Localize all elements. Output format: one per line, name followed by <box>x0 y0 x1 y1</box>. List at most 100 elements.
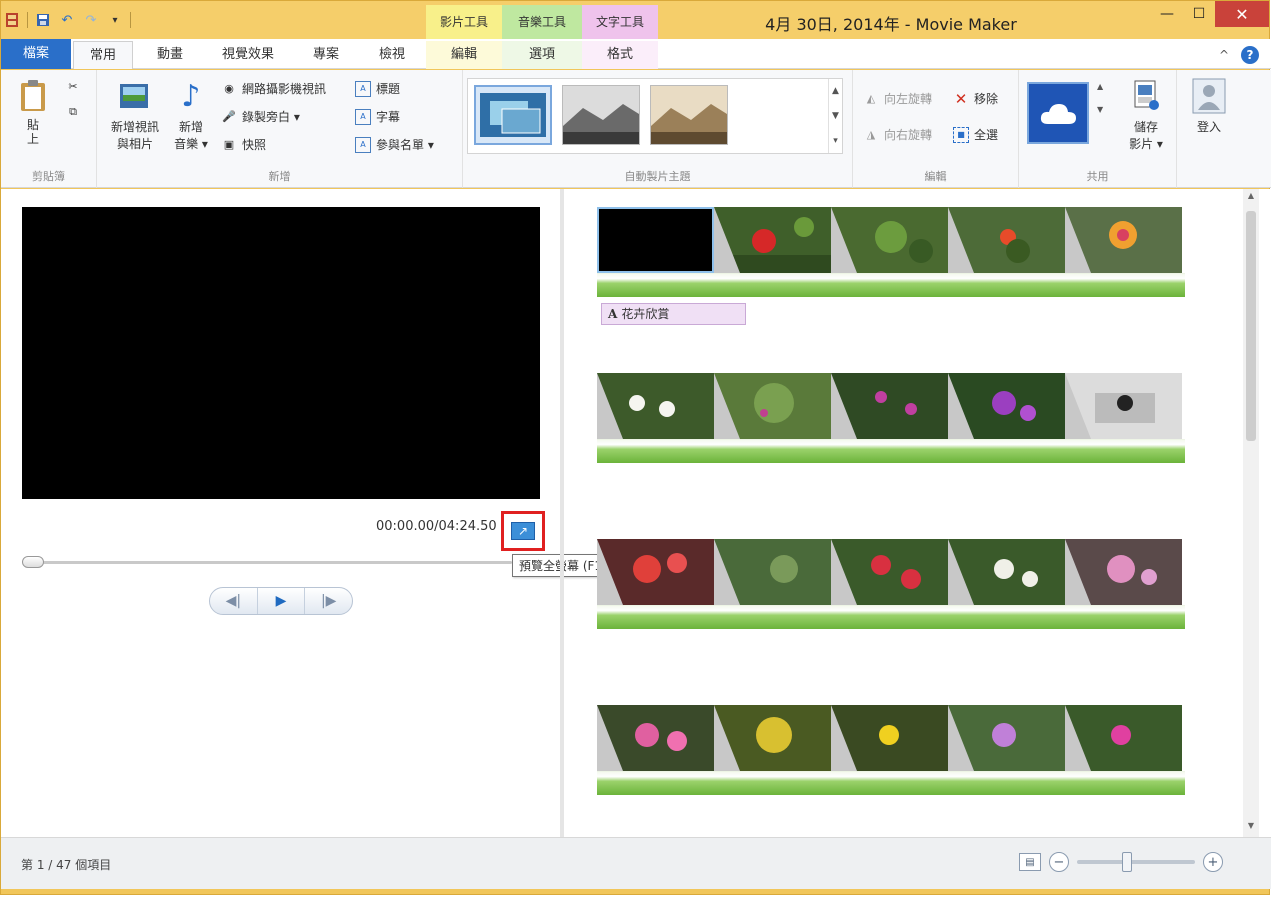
thumbnail-size-icon[interactable]: ▤ <box>1019 853 1041 871</box>
transition-marker <box>831 373 857 439</box>
zoom-slider-thumb[interactable] <box>1122 852 1132 872</box>
previous-frame-button[interactable]: ◀| <box>210 588 257 614</box>
clip-title[interactable] <box>597 207 714 273</box>
clip-thumbnail[interactable] <box>1065 539 1182 605</box>
close-button[interactable]: ✕ <box>1215 1 1269 27</box>
save-movie-button[interactable]: 儲存 影片 ▾ <box>1121 78 1171 152</box>
redo-icon[interactable]: ↷ <box>82 11 100 29</box>
clip-thumbnail[interactable] <box>831 373 948 439</box>
zoom-out-icon[interactable]: − <box>1049 852 1069 872</box>
context-tab-text-tools: 文字工具 <box>582 5 658 39</box>
clip-thumbnail[interactable] <box>831 539 948 605</box>
title-icon: A <box>355 80 371 97</box>
copy-button[interactable]: ⧉ <box>65 104 81 120</box>
clip-thumbnail[interactable] <box>1065 207 1182 273</box>
clip-thumbnail[interactable] <box>597 373 714 439</box>
clip-thumbnail[interactable] <box>948 207 1065 273</box>
caption-clip[interactable]: A 花卉欣賞 <box>601 303 746 325</box>
clip-thumbnail[interactable] <box>714 373 831 439</box>
rotate-left-button[interactable]: ◭ 向左旋轉 <box>863 90 932 107</box>
clip-thumbnail[interactable] <box>948 705 1065 771</box>
app-icon[interactable] <box>3 11 21 29</box>
clip-thumbnail[interactable] <box>948 539 1065 605</box>
record-narration-button[interactable]: 🎤 錄製旁白 ▾ <box>221 108 300 125</box>
tab-view[interactable]: 檢視 <box>363 41 421 69</box>
share-up-icon[interactable]: ▲ <box>1097 82 1103 91</box>
tab-format[interactable]: 格式 <box>582 41 658 69</box>
theme-black-white[interactable] <box>562 85 640 145</box>
caption-type-icon: A <box>608 307 618 321</box>
tab-visual-effects[interactable]: 視覺效果 <box>209 41 287 69</box>
add-music-button[interactable]: ♪ 新增 音樂 ▾ <box>169 78 213 152</box>
next-frame-button[interactable]: |▶ <box>305 588 352 614</box>
clip-thumbnail[interactable] <box>714 705 831 771</box>
sign-in-button[interactable]: 登入 <box>1187 78 1231 135</box>
credits-button[interactable]: A 參與名單 ▾ <box>355 136 434 153</box>
gallery-up-icon[interactable]: ▲ <box>832 86 839 96</box>
undo-icon[interactable]: ↶ <box>58 11 76 29</box>
clip-thumbnail[interactable] <box>597 705 714 771</box>
seek-bar[interactable] <box>22 561 512 564</box>
clip-thumbnail[interactable] <box>1065 373 1182 439</box>
rotate-right-button[interactable]: ◮ 向右旋轉 <box>863 126 932 143</box>
snapshot-icon: ▣ <box>223 138 235 151</box>
customize-icon[interactable]: ▾ <box>106 11 124 29</box>
remove-icon: ✕ <box>954 89 968 108</box>
tab-options[interactable]: 選項 <box>502 41 582 69</box>
share-down-icon[interactable]: ▼ <box>1097 105 1103 114</box>
paste-button[interactable]: 貼 上 <box>13 78 53 146</box>
tab-edit[interactable]: 編輯 <box>426 41 502 69</box>
scroll-down-icon[interactable]: ▼ <box>1243 821 1259 835</box>
minimize-button[interactable]: — <box>1151 1 1183 27</box>
gallery-down-icon[interactable]: ▼ <box>832 111 839 121</box>
zoom-controls: ▤ − + <box>1019 852 1223 872</box>
remove-button[interactable]: ✕ 移除 <box>953 89 998 108</box>
preview-fullscreen-button[interactable]: ↗ <box>501 511 545 551</box>
tab-animations[interactable]: 動畫 <box>141 41 199 69</box>
scroll-up-icon[interactable]: ▲ <box>1243 191 1259 205</box>
zoom-in-icon[interactable]: + <box>1203 852 1223 872</box>
webcam-video-button[interactable]: ◉ 網路攝影機視訊 <box>221 80 326 97</box>
clip-thumbnail[interactable] <box>831 705 948 771</box>
storyboard-scrollbar[interactable]: ▲ ▼ <box>1243 189 1259 837</box>
gallery-more-icon[interactable]: ▾ <box>833 136 838 146</box>
add-videos-photos-button[interactable]: 新增視訊 與相片 <box>101 78 169 152</box>
transition-marker <box>1065 705 1091 771</box>
tab-home[interactable]: 常用 <box>73 41 133 69</box>
pane-splitter[interactable] <box>560 189 564 837</box>
preview-monitor[interactable] <box>22 207 540 499</box>
play-button[interactable]: ▶ <box>256 588 306 614</box>
zoom-slider[interactable] <box>1077 852 1195 872</box>
select-all-button[interactable]: ■ 全選 <box>953 126 998 143</box>
save-icon[interactable] <box>34 11 52 29</box>
scrollbar-thumb[interactable] <box>1246 211 1256 441</box>
transition-marker <box>1065 207 1091 273</box>
audio-track <box>597 771 1185 795</box>
maximize-button[interactable]: ☐ <box>1183 1 1215 27</box>
tab-file[interactable]: 檔案 <box>1 39 71 69</box>
theme-contemporary[interactable] <box>474 85 552 145</box>
collapse-ribbon-icon[interactable]: ^ <box>1219 48 1229 62</box>
group-add: 新增視訊 與相片 ♪ 新增 音樂 ▾ ◉ 網路攝影機視訊 🎤 錄製旁白 ▾ ▣ … <box>97 70 463 188</box>
clip-thumbnail[interactable] <box>948 373 1065 439</box>
theme-gallery-scroll[interactable]: ▲ ▼ ▾ <box>828 79 842 153</box>
share-gallery-scroll[interactable]: ▲ ▼ <box>1097 82 1103 114</box>
help-icon[interactable]: ? <box>1241 46 1259 64</box>
snapshot-button[interactable]: ▣ 快照 <box>221 136 266 153</box>
theme-sepia[interactable] <box>650 85 728 145</box>
rotate-left-label: 向左旋轉 <box>884 92 933 106</box>
title-bar: ↶ ↷ ▾ 影片工具 音樂工具 文字工具 4月 30日, 2014年 - Mov… <box>1 1 1269 39</box>
clip-thumbnail[interactable] <box>714 207 831 273</box>
cut-button[interactable]: ✂ <box>65 78 81 94</box>
clip-thumbnail[interactable] <box>714 539 831 605</box>
clip-thumbnail[interactable] <box>831 207 948 273</box>
group-editing: ◭ 向左旋轉 ◮ 向右旋轉 ✕ 移除 ■ 全選 編輯 <box>853 70 1019 188</box>
caption-button[interactable]: A 字幕 <box>355 108 400 125</box>
seek-thumb[interactable] <box>22 556 44 568</box>
movie-maker-window: ↶ ↷ ▾ 影片工具 音樂工具 文字工具 4月 30日, 2014年 - Mov… <box>0 0 1271 895</box>
clip-thumbnail[interactable] <box>1065 705 1182 771</box>
tab-project[interactable]: 專案 <box>297 41 355 69</box>
onedrive-share-button[interactable] <box>1027 82 1089 144</box>
clip-thumbnail[interactable] <box>597 539 714 605</box>
title-button[interactable]: A 標題 <box>355 80 400 97</box>
